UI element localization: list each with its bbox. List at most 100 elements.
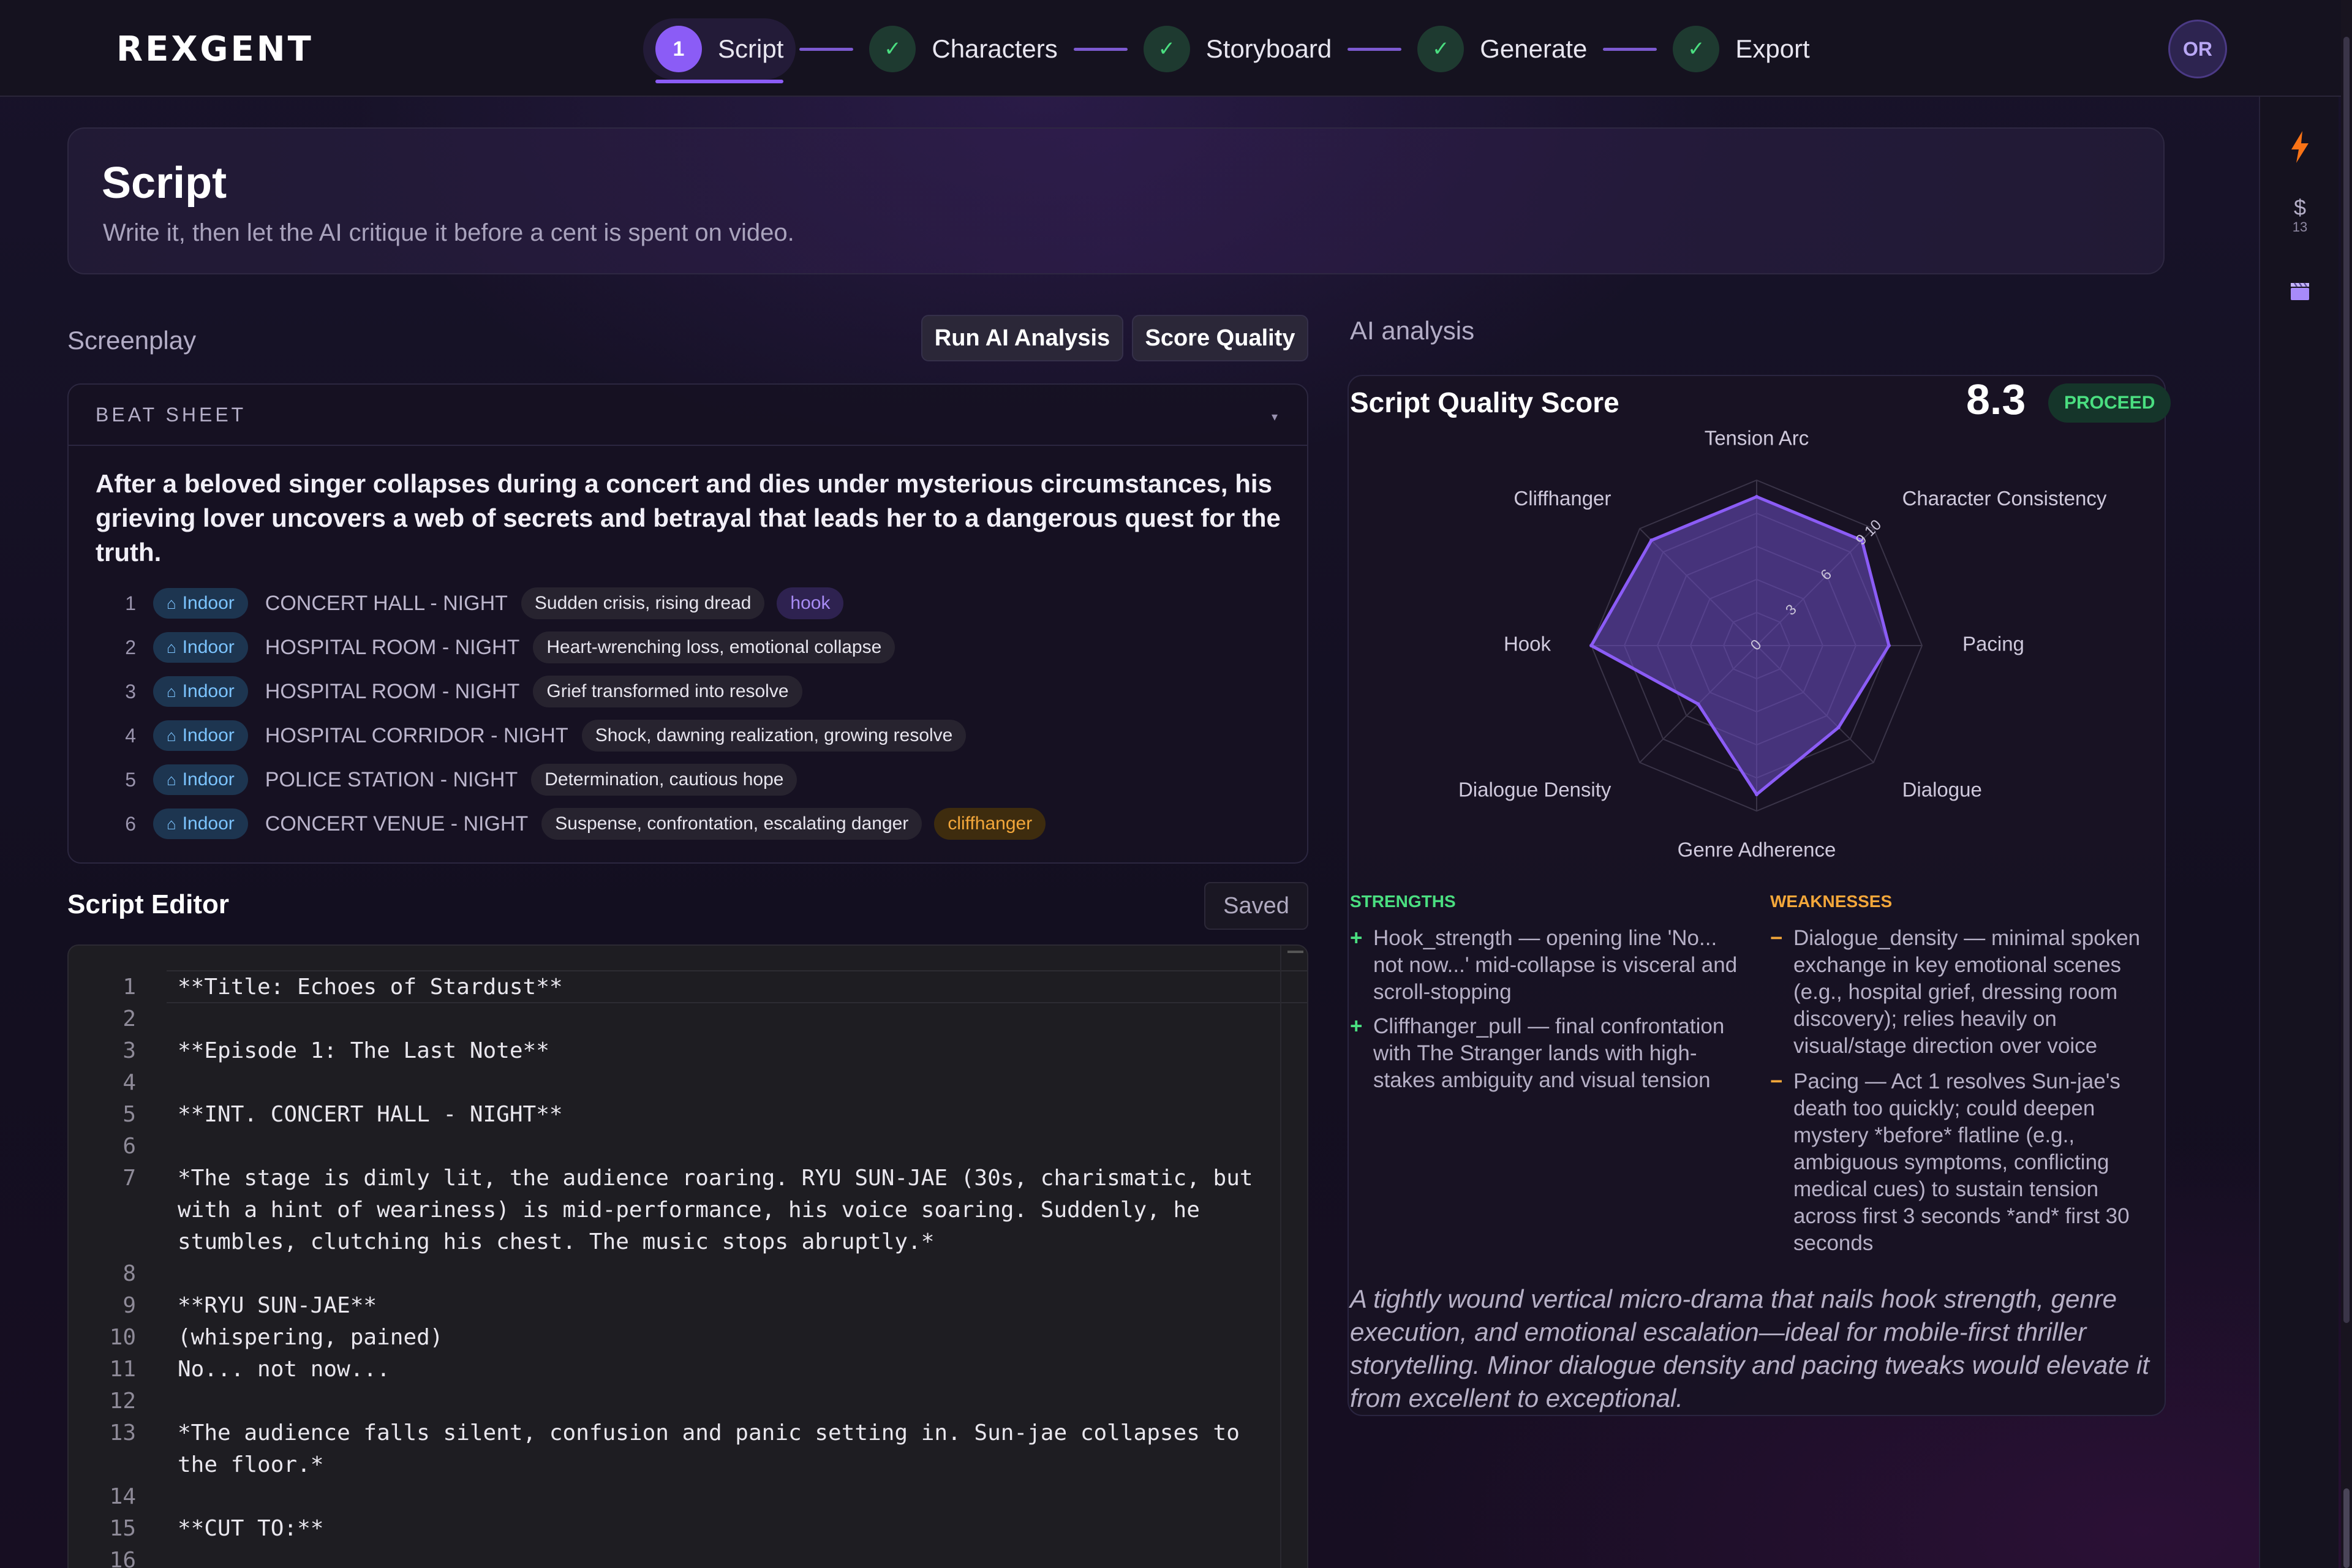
check-icon: ✓ (1673, 26, 1720, 72)
setting-badge: ⌂ Indoor (153, 809, 248, 839)
beat-mood-chip: Determination, cautious hope (531, 764, 797, 796)
beat-row[interactable]: 5 ⌂ Indoor POLICE STATION - NIGHT Determi… (105, 761, 797, 799)
radar-data-point (1589, 644, 1593, 647)
plus-icon: + (1350, 1014, 1363, 1038)
top-bar: REXGENT 1 Script ✓ Characters ✓ Storyboa… (0, 0, 2352, 97)
line-number: 3 (123, 1038, 136, 1063)
beat-row[interactable]: 2 ⌂ Indoor HOSPITAL ROOM - NIGHT Heart-wr… (105, 628, 895, 666)
page-subtitle: Write it, then let the AI critique it be… (103, 219, 794, 246)
setting-badge: ⌂ Indoor (153, 588, 248, 619)
line-number: 1 (123, 974, 136, 1000)
credits-count: 13 (2292, 219, 2308, 235)
beat-location: HOSPITAL ROOM - NIGHT (265, 679, 520, 703)
ai-analysis-label: AI analysis (1350, 316, 1475, 345)
step-generate[interactable]: ✓ Generate (1405, 18, 1599, 80)
step-label: Export (1735, 34, 1810, 63)
app-logo[interactable]: REXGENT (116, 29, 314, 69)
radar-data-point (1649, 538, 1654, 543)
line-text: (whispering, pained) (178, 1325, 443, 1350)
line-text: *The audience falls silent, confusion an… (178, 1420, 1253, 1477)
screenplay-label: Screenplay (67, 326, 197, 355)
line-number: 16 (109, 1548, 136, 1568)
home-icon: ⌂ (167, 814, 176, 833)
weakness-text: Pacing — Act 1 resolves Sun-jae's death … (1793, 1069, 2130, 1255)
radar-axis-label: Tension Arc (1705, 429, 1809, 450)
step-connector (1073, 47, 1128, 51)
analysis-summary: A tightly wound vertical micro-drama tha… (1350, 1284, 2150, 1412)
home-icon: ⌂ (167, 682, 176, 701)
radar-data-point (1696, 702, 1700, 706)
beat-number: 4 (125, 724, 136, 747)
line-text: **Title: Echoes of Stardust** (178, 974, 563, 1000)
check-icon: ✓ (869, 26, 916, 72)
beat-row[interactable]: 6 ⌂ Indoor CONCERT VENUE - NIGHT Suspense… (105, 805, 1046, 843)
beat-location: HOSPITAL CORRIDOR - NIGHT (265, 723, 568, 747)
step-connector (1348, 47, 1402, 51)
quality-score-value: 8.3 (1966, 375, 2026, 423)
dollar-icon: $ (2293, 195, 2307, 220)
save-status: Saved (1204, 882, 1308, 930)
editor-scrollbar[interactable] (1280, 946, 1307, 1568)
line-number: 12 (109, 1389, 136, 1414)
editor-scrollbar-marker (1287, 951, 1303, 953)
score-quality-button[interactable]: Score Quality (1132, 315, 1308, 361)
credits-balance[interactable]: $ 13 (2260, 195, 2340, 235)
step-label: Characters (932, 34, 1058, 63)
line-number: 11 (109, 1357, 136, 1382)
verdict-badge: PROCEED (2048, 383, 2171, 423)
line-number: 2 (123, 1006, 136, 1031)
quality-radar-chart: 036910Tension ArcCharacter ConsistencyPa… (1458, 429, 2107, 861)
setting-label: Indoor (182, 725, 235, 745)
radar-axis-label: Dialogue (1902, 778, 1982, 801)
check-icon: ✓ (1143, 26, 1190, 72)
strengths-title: STRENGTHS (1350, 892, 1456, 911)
setting-label: Indoor (182, 681, 235, 701)
step-export[interactable]: ✓ Export (1660, 18, 1822, 80)
beat-mood-chip: Sudden crisis, rising dread (521, 587, 765, 619)
beat-sheet-header[interactable]: BEAT SHEET (69, 385, 1307, 446)
user-avatar[interactable]: OR (2168, 20, 2227, 78)
line-text: **RYU SUN-JAE** (178, 1293, 377, 1318)
clapperboard-icon[interactable] (2260, 281, 2340, 304)
home-icon: ⌂ (167, 726, 176, 745)
step-characters[interactable]: ✓ Characters (857, 18, 1069, 80)
page-header-card: Script Write it, then let the AI critiqu… (67, 127, 2165, 274)
radar-tick-label: 10 (1861, 516, 1885, 540)
line-number: 6 (123, 1134, 136, 1159)
beat-mood-chip: Heart-wrenching loss, emotional collapse (533, 631, 895, 663)
logline: After a beloved singer collapses during … (96, 469, 1281, 567)
lightning-icon[interactable] (2260, 131, 2340, 166)
step-storyboard[interactable]: ✓ Storyboard (1131, 18, 1344, 80)
beat-number: 6 (125, 812, 136, 835)
minus-icon: − (1770, 1069, 1783, 1093)
line-number: 14 (109, 1484, 136, 1509)
beat-number: 5 (125, 768, 136, 791)
page-scrollbar[interactable] (2341, 0, 2352, 1568)
beat-row[interactable]: 3 ⌂ Indoor HOSPITAL ROOM - NIGHT Grief tr… (105, 673, 802, 710)
hook-tag: hook (777, 587, 844, 619)
weakness-text: Dialogue_density — minimal spoken exchan… (1793, 926, 2141, 1058)
step-label: Generate (1480, 34, 1588, 63)
setting-badge: ⌂ Indoor (153, 720, 248, 751)
page-title: Script (102, 159, 227, 208)
beat-row[interactable]: 4 ⌂ Indoor HOSPITAL CORRIDOR - NIGHT Shoc… (105, 717, 967, 755)
line-number: 9 (123, 1293, 136, 1318)
step-label: Script (718, 34, 784, 63)
line-text: **Episode 1: The Last Note** (178, 1038, 549, 1063)
line-number: 8 (123, 1261, 136, 1286)
beat-location: CONCERT HALL - NIGHT (265, 591, 508, 615)
setting-label: Indoor (182, 813, 235, 834)
run-ai-analysis-button[interactable]: Run AI Analysis (921, 315, 1123, 361)
beat-row[interactable]: 1 ⌂ Indoor CONCERT HALL - NIGHT Sudden cr… (105, 584, 844, 622)
step-script[interactable]: 1 Script (643, 18, 796, 83)
radar-data-point (1887, 644, 1891, 647)
line-number: 10 (109, 1325, 136, 1350)
setting-label: Indoor (182, 769, 235, 790)
script-editor[interactable]: 1 **Title: Echoes of Stardust** 2 3 **Epis… (67, 944, 1308, 1568)
beat-sheet-card: BEAT SHEET ▾ After a beloved singer coll… (67, 383, 1308, 864)
step-connector (799, 47, 854, 51)
scrollbar-thumb[interactable] (2343, 1488, 2350, 1568)
home-icon: ⌂ (167, 770, 176, 789)
chevron-down-icon[interactable]: ▾ (1272, 409, 1278, 424)
line-number: 4 (123, 1070, 136, 1095)
